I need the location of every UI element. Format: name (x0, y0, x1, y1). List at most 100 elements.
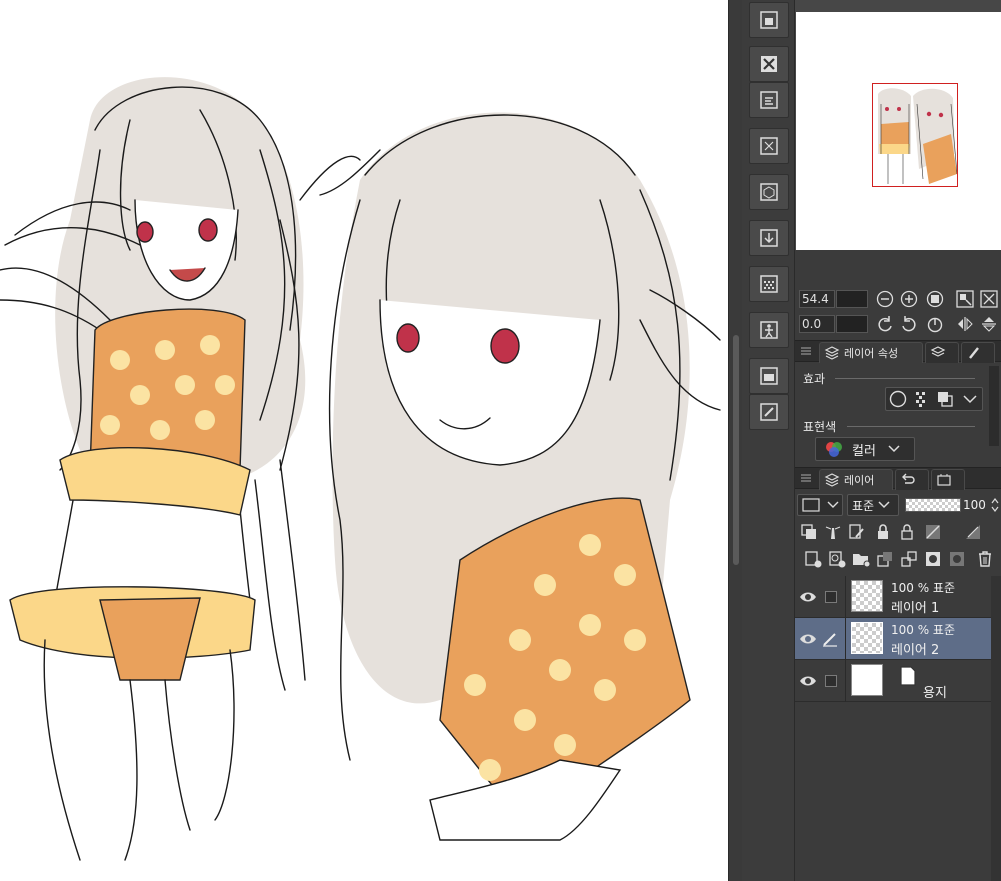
rotation-slider[interactable] (836, 315, 868, 333)
tab-layer-search[interactable] (925, 342, 959, 363)
artwork-sketch (0, 77, 721, 861)
zoom-in-button[interactable] (899, 289, 919, 309)
new-folder-button[interactable] (851, 549, 871, 569)
layer-select-checkbox[interactable] (825, 591, 837, 603)
chevron-down-icon (963, 395, 977, 404)
flip-vertical-button[interactable] (979, 314, 999, 334)
create-mask-button[interactable] (923, 549, 943, 569)
layer-tab-icon (824, 473, 840, 487)
create-mask-icon (926, 552, 940, 566)
combine-down-button[interactable] (899, 549, 919, 569)
visibility-eye-icon[interactable] (799, 631, 817, 647)
edit-icon (760, 403, 778, 421)
color-mode-select[interactable]: 컬러 (815, 437, 915, 461)
save-to-cloud-icon (760, 11, 778, 29)
clear-button[interactable] (749, 46, 789, 82)
tab-sub-tool[interactable] (961, 342, 995, 363)
new-vector-layer-button[interactable] (827, 549, 847, 569)
transfer-to-lower-button[interactable] (875, 549, 895, 569)
rotation-value-field[interactable]: 0.0 (799, 315, 835, 333)
opacity-slider[interactable] (905, 498, 961, 512)
layer-property-body: 효과 표현색 컬러 (795, 363, 1001, 463)
effect-icons[interactable] (886, 388, 982, 410)
flip-vertical-icon (982, 317, 996, 332)
delete-layer-button[interactable] (975, 549, 995, 569)
zoom-out-button[interactable] (875, 289, 895, 309)
pose-model-icon (760, 321, 778, 339)
tab-layer-property[interactable]: 레이어 속성 (819, 342, 923, 363)
reset-rotation-button[interactable] (925, 314, 945, 334)
layer-property-tab-icon (824, 346, 840, 360)
color-mode-icon (826, 442, 842, 457)
mask-enable-button[interactable] (923, 522, 943, 542)
layer-row-separator (845, 660, 846, 702)
save-to-cloud-button[interactable] (749, 2, 789, 38)
tab-layer[interactable]: 레이어 (819, 469, 893, 490)
layer-row-paper[interactable]: 용지 (795, 660, 991, 702)
layer-list-scrollbar[interactable] (991, 576, 1001, 881)
navigator-view[interactable] (795, 0, 1001, 250)
panel-menu-icon[interactable] (801, 346, 811, 356)
drawing-canvas[interactable] (0, 0, 728, 881)
canvas-vertical-scrollbar[interactable] (728, 0, 742, 881)
lock-transparent-button[interactable] (897, 522, 917, 542)
layer-property-button[interactable] (749, 358, 789, 394)
tab-auto-action[interactable] (931, 469, 965, 490)
new-vector-layer-icon (829, 551, 846, 568)
panel-menu-icon[interactable] (801, 473, 811, 483)
reference-layer-button[interactable] (823, 522, 843, 542)
border-effect-icon (889, 390, 907, 408)
new-raster-layer-button[interactable] (803, 549, 823, 569)
ruler-enable-button[interactable] (963, 522, 983, 542)
visibility-eye-icon[interactable] (799, 673, 817, 689)
flip-horizontal-button[interactable] (955, 314, 975, 334)
rotate-left-icon (878, 316, 892, 332)
rotate-left-button[interactable] (875, 314, 895, 334)
zoom-value-field[interactable]: 54.4 (799, 290, 835, 308)
layer-row-2[interactable]: 100 % 표준 레이어 2 (795, 618, 991, 660)
edit-button[interactable] (749, 394, 789, 430)
blend-mode-select[interactable]: 표준 (847, 494, 899, 516)
rotate-right-button[interactable] (899, 314, 919, 334)
tab-layer-property-label: 레이어 속성 (844, 347, 899, 360)
opacity-value[interactable]: 100 (963, 498, 986, 512)
layer-select-checkbox[interactable] (825, 675, 837, 687)
chevron-down-icon (888, 445, 900, 453)
3d-material-button[interactable] (749, 174, 789, 210)
actual-size-icon (926, 290, 944, 308)
layer-property-scrollbar[interactable] (989, 366, 999, 446)
3d-material-icon (760, 183, 778, 201)
pose-model-button[interactable] (749, 312, 789, 348)
actual-size-button[interactable] (925, 289, 945, 309)
import-button[interactable] (749, 220, 789, 256)
draft-layer-button[interactable] (847, 522, 867, 542)
fit-window-button[interactable] (979, 289, 999, 309)
layer-row-1[interactable]: 100 % 표준 레이어 1 (795, 576, 991, 618)
layer-name: 용지 (923, 686, 947, 701)
transform-icon (760, 137, 778, 155)
layer-toolbar-lock (795, 520, 1001, 544)
apply-mask-button[interactable] (947, 549, 967, 569)
visibility-eye-icon[interactable] (799, 589, 817, 605)
tab-history[interactable] (895, 469, 929, 490)
layer-row-separator (845, 576, 846, 618)
zoom-slider[interactable] (836, 290, 868, 308)
layer-settings-button[interactable] (749, 82, 789, 118)
tone-button[interactable] (749, 266, 789, 302)
layer-thumbnail (851, 580, 883, 612)
layer-list: 100 % 표준 레이어 1 100 % 표준 레이어 2 용지 (795, 576, 1001, 881)
transform-button[interactable] (749, 128, 789, 164)
layer-thumbnail (851, 622, 883, 654)
opacity-stepper-icon[interactable] (991, 497, 999, 513)
lock-icon (878, 524, 888, 539)
scrollbar-thumb[interactable] (733, 335, 739, 565)
lock-layer-button[interactable] (873, 522, 893, 542)
navigator-frame[interactable] (872, 83, 958, 187)
clip-to-below-button[interactable] (799, 522, 819, 542)
left-figure (0, 77, 361, 861)
apply-mask-icon (950, 552, 964, 566)
navigator-thumbnail (878, 88, 957, 184)
layer-color-dropdown[interactable] (797, 494, 843, 516)
fit-navigator-button[interactable] (955, 289, 975, 309)
fit-navigator-icon (956, 290, 974, 308)
